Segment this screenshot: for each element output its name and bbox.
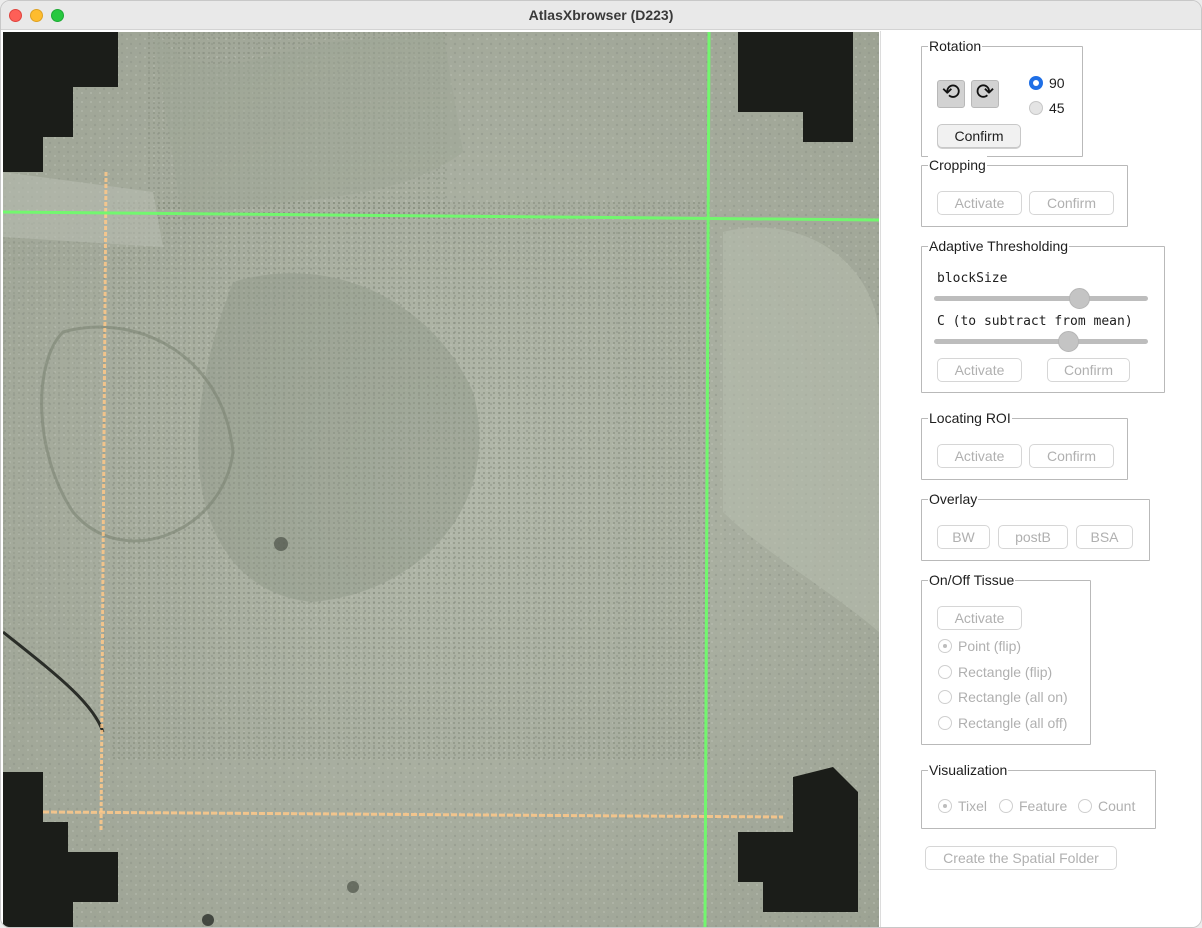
overlay-group: Overlay BW postB BSA (921, 490, 1150, 561)
blocksize-slider[interactable] (934, 296, 1148, 301)
thresholding-title: Adaptive Thresholding (928, 237, 1070, 255)
overlay-bsa-button[interactable]: BSA (1076, 525, 1133, 549)
blocksize-label: blockSize (937, 271, 1008, 286)
thresholding-group: Adaptive Thresholding blockSize C (to su… (921, 237, 1165, 393)
cropping-group: Cropping Activate Confirm (921, 156, 1128, 227)
window-title: AtlasXbrowser (D223) (528, 7, 674, 23)
rotate-cw-icon[interactable]: ⟳ (971, 80, 999, 108)
cropping-title: Cropping (928, 156, 987, 174)
c-slider-knob[interactable] (1058, 331, 1080, 352)
radio-unselected-icon (1029, 101, 1043, 115)
tissue-image[interactable] (3, 32, 879, 927)
visualization-title: Visualization (928, 761, 1009, 779)
rotation-option-90[interactable]: 90 (1029, 75, 1065, 91)
roi-title: Locating ROI (928, 409, 1012, 427)
tissue-image-canvas[interactable] (3, 32, 879, 927)
control-panel: Rotation ⟲ ⟳ 90 45 Confirm Cropping Acti… (880, 31, 1201, 927)
radio-selected-icon (1029, 76, 1043, 90)
overlay-postb-button[interactable]: postB (998, 525, 1068, 549)
radio-unselected-icon (938, 716, 952, 730)
tissue-option-rectangle-all-off[interactable]: Rectangle (all off) (938, 715, 1067, 731)
app-window: AtlasXbrowser (D223) Rotation ⟲ ⟳ 90 45 … (0, 0, 1202, 928)
radio-unselected-icon (999, 799, 1013, 813)
roi-group: Locating ROI Activate Confirm (921, 409, 1128, 480)
tissue-option-rectangle-all-on[interactable]: Rectangle (all on) (938, 689, 1068, 705)
radio-unselected-icon (938, 665, 952, 679)
roi-activate-button[interactable]: Activate (937, 444, 1022, 468)
rotation-group: Rotation ⟲ ⟳ 90 45 Confirm (921, 37, 1083, 157)
roi-confirm-button[interactable]: Confirm (1029, 444, 1114, 468)
thresholding-activate-button[interactable]: Activate (937, 358, 1022, 382)
rotate-ccw-icon[interactable]: ⟲ (937, 80, 965, 108)
radio-unselected-icon (1078, 799, 1092, 813)
visualization-option-tixel[interactable]: Tixel (938, 798, 987, 814)
title-bar: AtlasXbrowser (D223) (1, 1, 1201, 30)
overlay-bw-button[interactable]: BW (937, 525, 990, 549)
rotation-confirm-button[interactable]: Confirm (937, 124, 1021, 148)
tissue-title: On/Off Tissue (928, 571, 1016, 589)
rotation-title: Rotation (928, 37, 983, 55)
visualization-group: Visualization Tixel Feature Count (921, 761, 1156, 829)
radio-selected-icon (938, 639, 952, 653)
radio-selected-icon (938, 799, 952, 813)
c-label: C (to subtract from mean) (937, 314, 1133, 329)
visualization-option-feature[interactable]: Feature (999, 798, 1067, 814)
cropping-activate-button[interactable]: Activate (937, 191, 1022, 215)
c-slider[interactable] (934, 339, 1148, 344)
create-spatial-folder-button[interactable]: Create the Spatial Folder (925, 846, 1117, 870)
cropping-confirm-button[interactable]: Confirm (1029, 191, 1114, 215)
overlay-title: Overlay (928, 490, 979, 508)
tissue-group: On/Off Tissue Activate Point (flip) Rect… (921, 571, 1091, 745)
rotation-option-45[interactable]: 45 (1029, 100, 1065, 116)
radio-unselected-icon (938, 690, 952, 704)
visualization-option-count[interactable]: Count (1078, 798, 1135, 814)
thresholding-confirm-button[interactable]: Confirm (1047, 358, 1130, 382)
tissue-activate-button[interactable]: Activate (937, 606, 1022, 630)
tissue-option-point-flip[interactable]: Point (flip) (938, 638, 1021, 654)
tissue-option-rectangle-flip[interactable]: Rectangle (flip) (938, 664, 1052, 680)
blocksize-slider-knob[interactable] (1069, 288, 1091, 309)
